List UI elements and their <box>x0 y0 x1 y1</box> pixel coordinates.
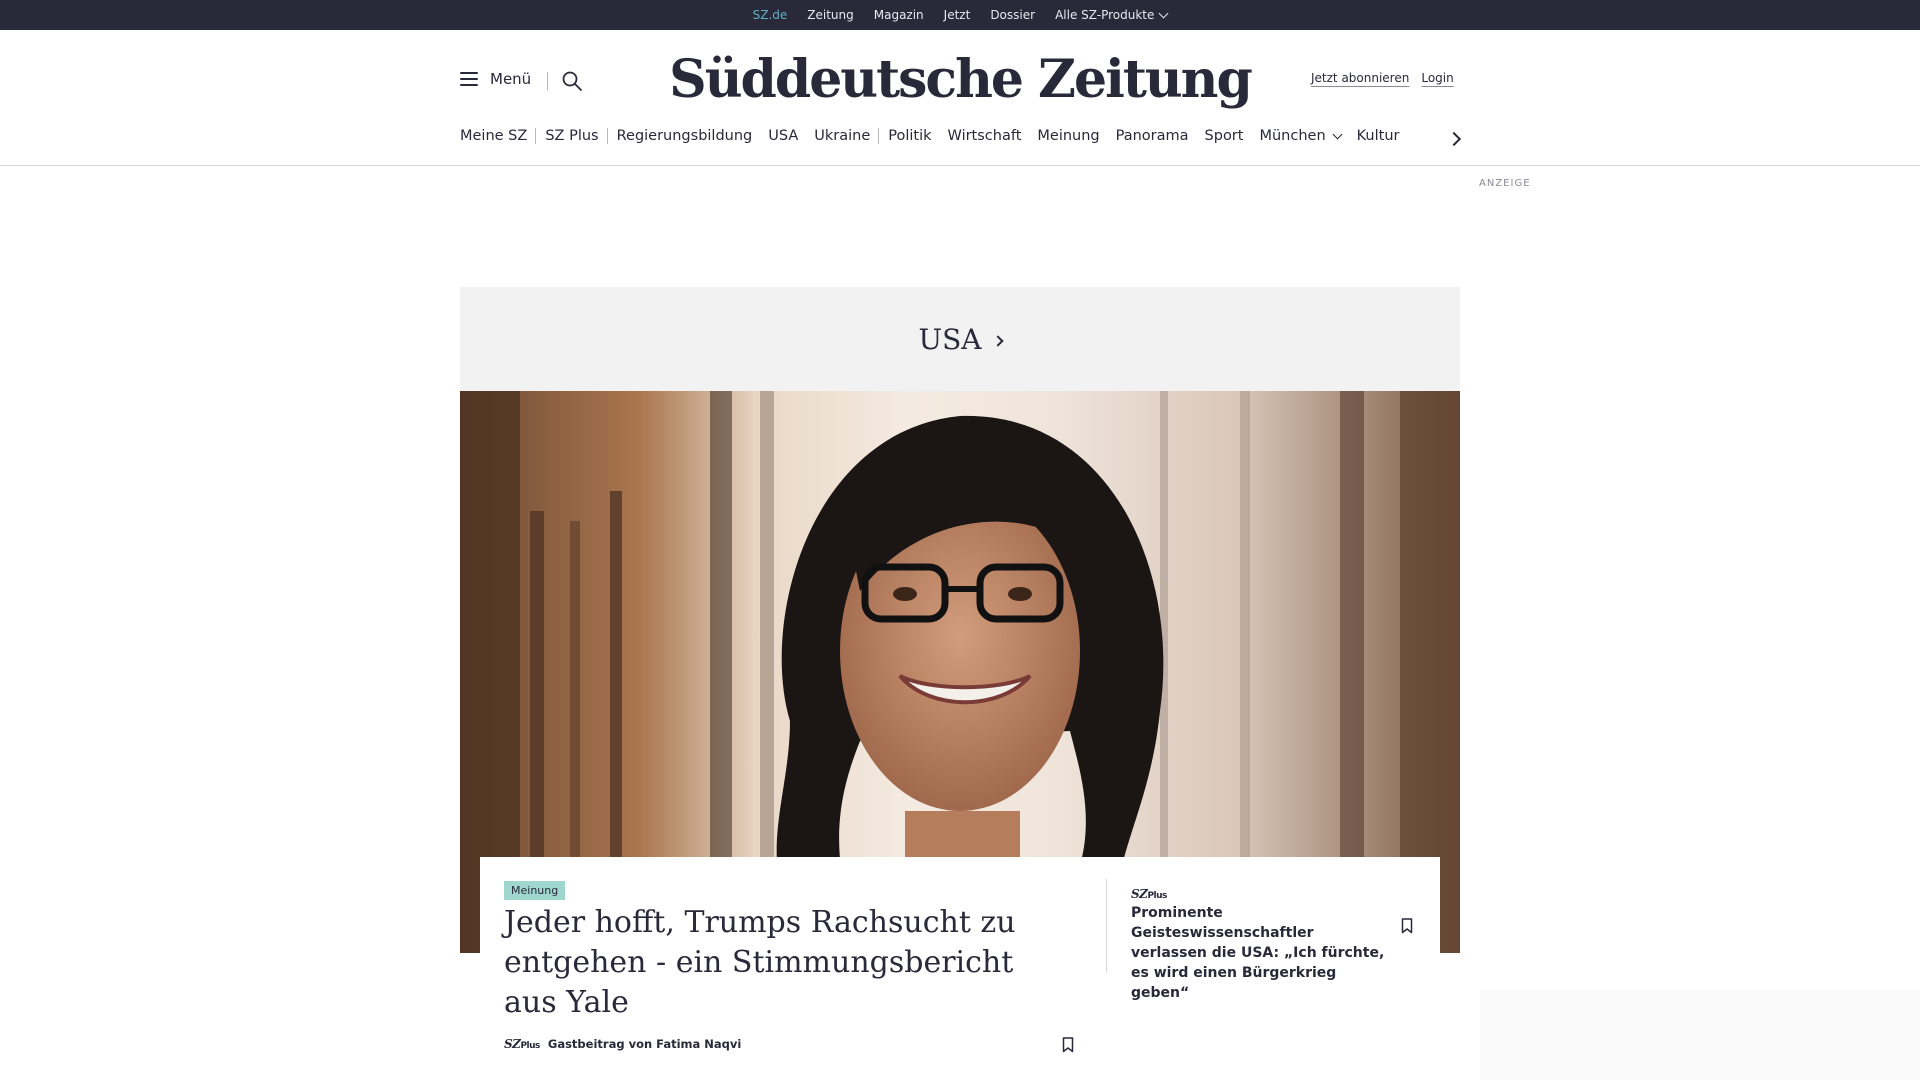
nav-item-ukraine[interactable]: Ukraine <box>814 128 870 144</box>
nav-item-sz-plus[interactable]: SZ Plus <box>545 128 598 144</box>
teaser-card: Meinung Jeder hofft, Trumps Rachsucht zu… <box>480 857 1440 1080</box>
nav-item-meinung[interactable]: Meinung <box>1037 128 1099 144</box>
section-header-usa[interactable]: USA <box>460 287 1460 391</box>
chevron-down-icon <box>1332 129 1343 139</box>
nav-item-wirtschaft[interactable]: Wirtschaft <box>948 128 1022 144</box>
nav-divider <box>606 128 608 144</box>
nav-item-muenchen[interactable]: München <box>1259 128 1343 144</box>
chevron-right-icon[interactable] <box>1446 131 1462 147</box>
card-divider <box>1106 879 1107 973</box>
nav-divider <box>878 128 880 144</box>
teaser-author: Gastbeitrag von Fatima Naqvi <box>547 1037 742 1051</box>
sz-plus-logo-plus: Plus <box>520 1041 540 1051</box>
nav-item-regierungsbildung[interactable]: Regierungsbildung <box>617 128 753 144</box>
product-link-sz-de[interactable]: SZ.de <box>753 8 787 34</box>
product-link-zeitung[interactable]: Zeitung <box>807 8 853 22</box>
product-dropdown-all[interactable]: Alle SZ-Produkte <box>1055 8 1169 22</box>
product-link-jetzt[interactable]: Jetzt <box>944 8 971 22</box>
bookmark-icon[interactable] <box>1062 1037 1074 1053</box>
nav-item-sport[interactable]: Sport <box>1205 128 1244 144</box>
account-links: Jetzt abonnieren Login <box>1311 71 1454 85</box>
section-title: USA <box>918 322 982 356</box>
nav-item-panorama[interactable]: Panorama <box>1116 128 1189 144</box>
chevron-down-icon <box>1158 8 1169 18</box>
sz-plus-logo-plus: Plus <box>1147 891 1167 901</box>
nav-item-politik[interactable]: Politik <box>888 128 931 144</box>
nav-item-meine-sz[interactable]: Meine SZ <box>460 128 527 144</box>
ad-label: ANZEIGE <box>1479 178 1531 189</box>
category-badge: Meinung <box>504 881 566 900</box>
subscribe-link[interactable]: Jetzt abonnieren <box>1311 71 1409 85</box>
sz-plus-logo: SZPlus <box>504 1037 540 1051</box>
sz-plus-logo-sz: SZ <box>504 1037 521 1051</box>
chevron-right-icon <box>991 335 1004 347</box>
nav-item-usa[interactable]: USA <box>768 128 798 144</box>
product-link-dossier[interactable]: Dossier <box>990 8 1035 22</box>
product-bar: SZ.de Zeitung Magazin Jetzt Dossier Alle… <box>0 0 1920 34</box>
sz-plus-logo: SZPlus <box>1131 887 1167 901</box>
side-teaser-plus: SZPlus <box>1131 883 1167 902</box>
sz-plus-logo-sz: SZ <box>1131 887 1148 901</box>
product-link-magazin[interactable]: Magazin <box>874 8 924 22</box>
side-teaser-title[interactable]: Prominente Geisteswissenschaftler verlas… <box>1131 903 1391 1003</box>
section-nav: Meine SZ SZ Plus Regierungsbildung USA U… <box>460 128 1415 144</box>
nav-divider <box>535 128 537 144</box>
bookmark-icon[interactable] <box>1401 918 1413 934</box>
nav-item-muenchen-label: München <box>1259 128 1326 144</box>
login-link[interactable]: Login <box>1421 71 1453 85</box>
product-dropdown-label: Alle SZ-Produkte <box>1055 8 1155 22</box>
teaser-headline[interactable]: Jeder hofft, Trumps Rachsucht zu entgehe… <box>504 903 1064 1023</box>
site-logo[interactable]: Süddeutsche Zeitung <box>0 46 1920 114</box>
ad-placeholder <box>1480 990 1920 1080</box>
nav-item-kultur[interactable]: Kultur <box>1357 128 1400 144</box>
site-header: Menü Süddeutsche Zeitung Jetzt abonniere… <box>0 30 1920 166</box>
teaser-byline: SZPlus Gastbeitrag von Fatima Naqvi <box>504 1037 741 1051</box>
